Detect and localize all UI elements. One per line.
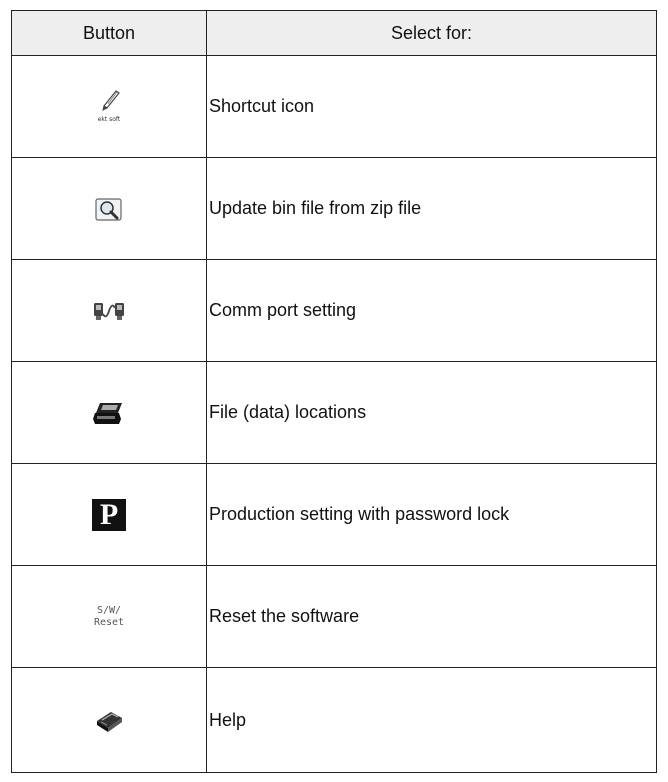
icon-cell (11, 667, 207, 773)
reset-icon-line1: S/W/ (96, 604, 122, 616)
header-button: Button (11, 10, 207, 56)
button-table: Button Select for: ekt soft Shortcut ico… (11, 10, 657, 773)
table-row: ekt soft Shortcut icon (11, 55, 657, 158)
icon-cell: S/W/ Reset (11, 565, 207, 668)
comm-port-icon[interactable] (92, 300, 126, 322)
table-row: File (data) locations (11, 361, 657, 464)
table-row: S/W/ Reset Reset the software (11, 565, 657, 668)
printer-icon[interactable] (92, 399, 126, 427)
reset-icon-line2: Reset (93, 616, 125, 628)
row-description: Comm port setting (206, 259, 657, 362)
table-row: Help (11, 667, 657, 773)
table-row: P Production setting with password lock (11, 463, 657, 566)
production-p-icon[interactable]: P (92, 498, 126, 531)
icon-cell: ekt soft (11, 55, 207, 158)
help-book-icon[interactable] (93, 706, 125, 734)
table-row: Update bin file from zip file (11, 157, 657, 260)
icon-cell (11, 361, 207, 464)
row-description: Help (206, 667, 657, 773)
header-select-for: Select for: (206, 10, 657, 56)
icon-cell (11, 157, 207, 260)
reset-icon[interactable]: S/W/ Reset (94, 605, 124, 629)
row-description: File (data) locations (206, 361, 657, 464)
table-row: Comm port setting (11, 259, 657, 362)
shortcut-pen-icon[interactable]: ekt soft (94, 90, 124, 123)
row-description: Shortcut icon (206, 55, 657, 158)
row-description: Production setting with password lock (206, 463, 657, 566)
icon-cell: P (11, 463, 207, 566)
shortcut-icon-caption: ekt soft (97, 116, 121, 123)
table-header-row: Button Select for: (11, 10, 657, 56)
magnifier-icon[interactable] (94, 195, 124, 223)
row-description: Reset the software (206, 565, 657, 668)
icon-cell (11, 259, 207, 362)
row-description: Update bin file from zip file (206, 157, 657, 260)
